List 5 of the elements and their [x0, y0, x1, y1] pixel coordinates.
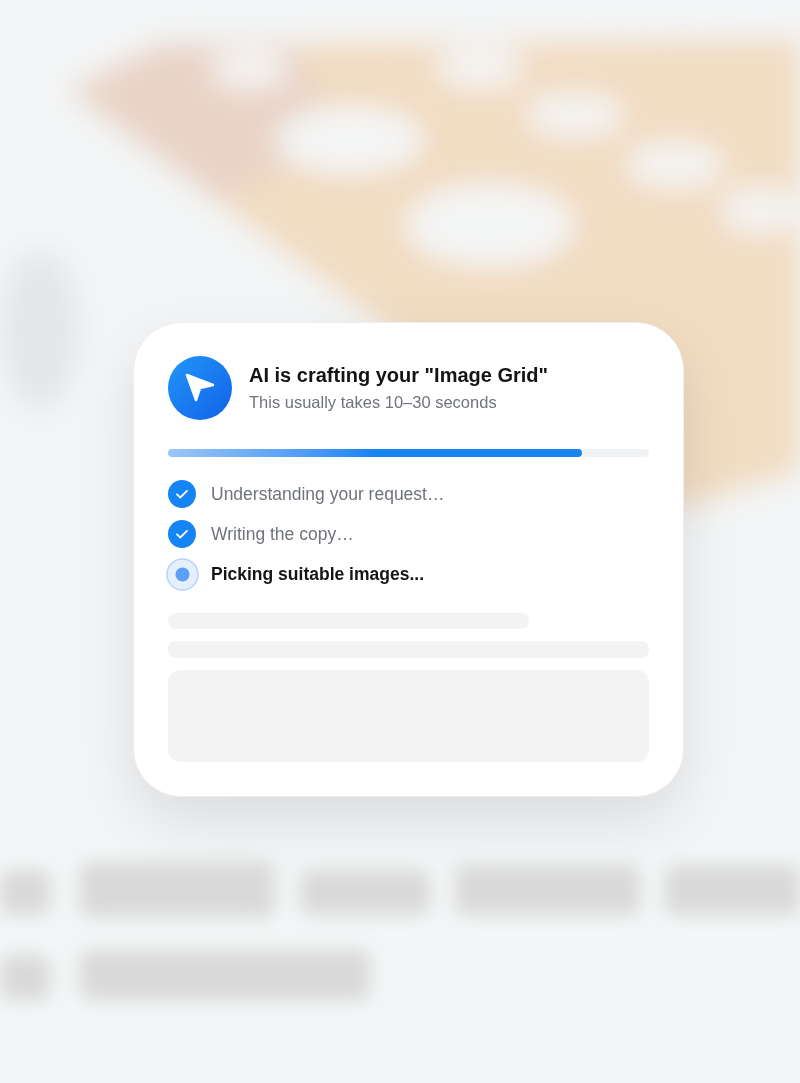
step-label: Understanding your request…	[211, 482, 445, 506]
card-subtitle: This usually takes 10–30 seconds	[249, 391, 498, 413]
step-label: Writing the copy…	[211, 522, 354, 546]
card-title: AI is crafting your "Image Grid"	[249, 362, 549, 387]
step-label: Picking suitable images...	[211, 562, 424, 586]
